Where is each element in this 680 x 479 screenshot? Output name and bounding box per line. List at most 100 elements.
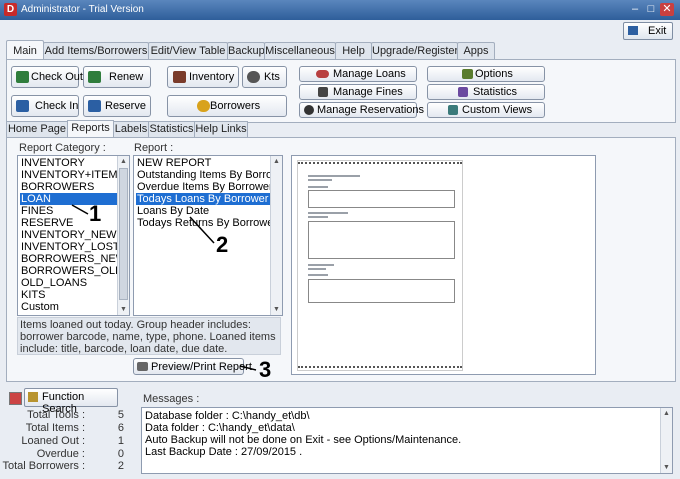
tab-reports[interactable]: Reports xyxy=(67,120,114,138)
borrowers-button[interactable]: Borrowers xyxy=(167,95,287,117)
list-item[interactable]: NEW REPORT xyxy=(136,157,270,169)
tab-help[interactable]: Help xyxy=(335,42,372,60)
category-list[interactable]: INVENTORY INVENTORY+ITEMS BORROWERS LOAN… xyxy=(17,155,130,316)
list-item[interactable]: Loans By Date xyxy=(136,205,270,217)
tab-help-links[interactable]: Help Links xyxy=(194,121,248,137)
manage-reservations-button[interactable]: Manage Reservations xyxy=(299,102,424,118)
page-border-bottom xyxy=(298,366,462,369)
scroll-up-icon[interactable]: ▲ xyxy=(118,156,129,167)
text-line xyxy=(308,179,332,181)
scroll-up-icon[interactable]: ▲ xyxy=(661,408,672,419)
report-list[interactable]: NEW REPORT Outstanding Items By Borrower… xyxy=(133,155,283,316)
inventory-icon xyxy=(173,71,186,83)
tab-backup[interactable]: Backup xyxy=(227,42,265,60)
tab-statistics[interactable]: Statistics xyxy=(148,121,195,137)
messages-label: Messages : xyxy=(143,393,200,405)
inventory-button[interactable]: Inventory xyxy=(167,66,239,88)
report-label: Report : xyxy=(134,142,174,154)
list-item-selected[interactable]: Todays Loans By Borrower xyxy=(136,193,270,205)
text-line xyxy=(308,175,360,177)
scroll-down-icon[interactable]: ▼ xyxy=(661,462,672,473)
text-line xyxy=(308,274,328,276)
check-out-button[interactable]: Check Out xyxy=(11,66,83,88)
tab-upgrade-register[interactable]: Upgrade/Register xyxy=(371,42,458,60)
list-item[interactable]: INVENTORY+ITEMS xyxy=(20,169,125,181)
messages-scrollbar[interactable]: ▲ ▼ xyxy=(660,408,672,473)
manage-loans-button[interactable]: Manage Loans xyxy=(299,66,417,82)
category-scrollbar[interactable]: ▲ ▼ xyxy=(117,156,129,315)
tab-main[interactable]: Main xyxy=(6,40,44,61)
stat-value: 6 xyxy=(117,422,124,434)
exit-icon xyxy=(628,26,638,35)
list-item[interactable]: FINES xyxy=(20,205,117,217)
renew-button[interactable]: Renew xyxy=(83,66,151,88)
renew-icon xyxy=(88,71,101,83)
manage-loans-icon xyxy=(316,70,329,78)
preview-table xyxy=(308,190,455,208)
message-line: Data folder : C:\handy_et\data\ xyxy=(145,422,295,434)
check-out-icon xyxy=(16,71,29,83)
printer-icon xyxy=(137,361,148,371)
check-in-icon xyxy=(16,100,29,112)
list-item-selected[interactable]: LOAN xyxy=(20,193,117,205)
message-line: Auto Backup will not be done on Exit - s… xyxy=(145,434,462,446)
calculator-icon[interactable] xyxy=(9,392,22,405)
list-item[interactable]: Outstanding Items By Borrower xyxy=(136,169,282,181)
text-line xyxy=(308,186,328,188)
exit-button[interactable]: Exit xyxy=(623,22,673,40)
list-item[interactable]: INVENTORY_NEW xyxy=(20,229,117,241)
custom-views-icon xyxy=(448,105,458,115)
custom-views-button[interactable]: Custom Views xyxy=(427,102,545,118)
preview-table xyxy=(308,221,455,259)
scroll-thumb[interactable] xyxy=(119,168,128,300)
options-button[interactable]: Options xyxy=(427,66,545,82)
stat-value: 2 xyxy=(117,460,124,472)
stat-label: Total Borrowers : xyxy=(2,460,85,472)
scroll-down-icon[interactable]: ▼ xyxy=(271,304,282,315)
maximize-icon[interactable]: □ xyxy=(644,3,658,16)
reserve-button[interactable]: Reserve xyxy=(83,95,151,117)
list-item[interactable]: KITS xyxy=(20,289,117,301)
preview-print-report-button[interactable]: Preview/Print Report xyxy=(133,358,252,375)
manage-fines-icon xyxy=(318,87,328,97)
preview-table xyxy=(308,279,455,303)
report-scrollbar[interactable]: ▲ ▼ xyxy=(270,156,282,315)
close-icon[interactable]: ✕ xyxy=(660,3,674,16)
options-icon xyxy=(462,69,473,79)
list-item[interactable]: BORROWERS_NEW xyxy=(20,253,126,265)
tab-miscellaneous[interactable]: Miscellaneous xyxy=(264,42,336,60)
list-item[interactable]: BORROWERS xyxy=(20,181,117,193)
text-line xyxy=(308,216,328,218)
statistics-button[interactable]: Statistics xyxy=(427,84,545,100)
stat-value: 0 xyxy=(117,448,124,460)
tab-add-items-borrowers[interactable]: Add Items/Borrowers xyxy=(43,42,149,60)
borrowers-icon xyxy=(197,100,210,112)
list-item[interactable]: Overdue Items By Borrower xyxy=(136,181,273,193)
list-item[interactable]: BORROWERS_OLD xyxy=(20,265,123,277)
list-item[interactable]: OLD_LOANS xyxy=(20,277,117,289)
report-preview[interactable] xyxy=(291,155,596,375)
list-item[interactable]: RESERVE xyxy=(20,217,117,229)
manage-fines-button[interactable]: Manage Fines xyxy=(299,84,417,100)
list-item[interactable]: INVENTORY xyxy=(20,157,117,169)
minimize-icon[interactable]: – xyxy=(628,3,642,16)
scroll-down-icon[interactable]: ▼ xyxy=(118,304,129,315)
tab-home-page[interactable]: Home Page xyxy=(6,121,68,137)
reserve-icon xyxy=(88,100,101,112)
check-in-button[interactable]: Check In xyxy=(11,95,79,117)
tab-apps[interactable]: Apps xyxy=(457,42,495,60)
kits-button[interactable]: Kts xyxy=(242,66,287,88)
list-item[interactable]: Custom xyxy=(20,301,117,313)
main-toolbar-panel: Check Out Renew Inventory Kts Manage Loa… xyxy=(6,59,676,123)
function-search-button[interactable]: Function Search xyxy=(24,388,118,415)
window-title: Administrator - Trial Version xyxy=(21,4,144,15)
preview-page xyxy=(297,160,463,371)
list-item[interactable]: Todays Returns By Borrower xyxy=(136,217,277,229)
message-line: Database folder : C:\handy_et\db\ xyxy=(145,410,310,422)
tab-edit-view-table[interactable]: Edit/View Table xyxy=(148,42,228,60)
annotation-number-3: 3 xyxy=(259,357,272,382)
list-item[interactable]: INVENTORY_LOST xyxy=(20,241,120,253)
scroll-up-icon[interactable]: ▲ xyxy=(271,156,282,167)
tab-labels[interactable]: Labels xyxy=(113,121,149,137)
messages-box[interactable]: Database folder : C:\handy_et\db\ Data f… xyxy=(141,407,673,474)
